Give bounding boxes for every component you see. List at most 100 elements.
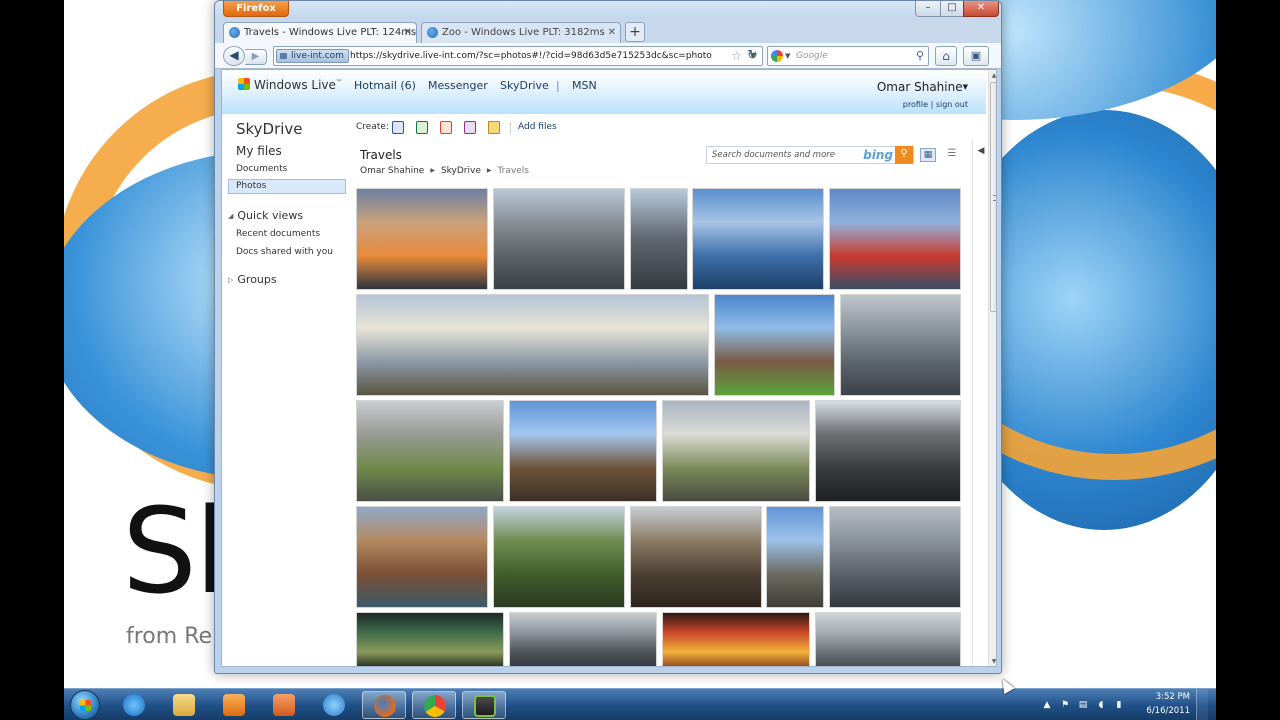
photo-thumbnail-grey-city[interactable] — [815, 612, 961, 666]
photo-thumbnail-eiffel-tower[interactable] — [630, 506, 762, 608]
user-links[interactable]: profile | sign out — [903, 100, 968, 109]
add-files-link[interactable]: Add files — [518, 122, 557, 132]
nav-skydrive[interactable]: SkyDrive — [500, 79, 549, 92]
maximize-button[interactable]: □ — [940, 1, 964, 17]
sidebar-item-docs-shared[interactable]: Docs shared with you — [236, 247, 333, 257]
tab-travels[interactable]: Travels - Windows Live PLT: 124ms ✕ — [223, 22, 417, 43]
photo-thumbnail-night-lights[interactable] — [356, 612, 504, 666]
device-icon[interactable]: ▤ — [1078, 700, 1088, 710]
back-button[interactable]: ◀ — [223, 46, 245, 66]
photo-thumbnail-concrete-arches[interactable] — [356, 400, 504, 502]
photo-thumbnail-neon-sign[interactable] — [662, 612, 810, 666]
taskbar-internet-explorer[interactable] — [112, 691, 156, 719]
breadcrumb-item-user[interactable]: Omar Shahine — [360, 166, 424, 176]
new-tab-button[interactable]: + — [625, 22, 645, 42]
network-icon[interactable]: ▮ — [1114, 700, 1124, 710]
photo-thumbnail-red-lamps[interactable] — [829, 188, 961, 290]
url-bar[interactable]: live-int.com https://skydrive.live-int.c… — [273, 46, 763, 66]
photo-thumbnail-skyscrapers[interactable] — [829, 506, 961, 608]
forward-button[interactable]: ▶ — [245, 49, 267, 65]
page-scrollbar[interactable]: ▲ ▼ — [988, 70, 996, 666]
nav-msn[interactable]: MSN — [572, 79, 597, 92]
photo-thumbnail-ferry-ship[interactable] — [692, 188, 824, 290]
list-view-icon[interactable]: ☰ — [944, 148, 960, 162]
document-search-input[interactable]: Search documents and more bing ⚲ — [706, 146, 914, 164]
taskbar: ▲ ⚑ ▤ ◖ ▮ 3:52 PM 6/16/2011 — [64, 688, 1216, 720]
reload-icon[interactable]: ↻ — [747, 46, 761, 66]
search-bar[interactable]: ▼ Google ⚲ — [767, 46, 929, 66]
user-name-menu[interactable]: Omar Shahine▼ — [877, 80, 968, 94]
photo-thumbnail-space-needle[interactable] — [509, 400, 657, 502]
sidebar-item-recent-documents[interactable]: Recent documents — [236, 229, 320, 239]
tab-close-icon[interactable]: ✕ — [404, 23, 412, 42]
sidebar-item-photos[interactable]: Photos — [236, 181, 266, 191]
create-word-document-icon[interactable] — [392, 121, 404, 134]
tab-close-icon[interactable]: ✕ — [608, 23, 616, 42]
firefox-menu-button[interactable]: Firefox — [223, 1, 289, 17]
photo-thumbnail-lighthouse-rocks[interactable] — [662, 400, 810, 502]
addon-bar-icon[interactable]: ▣ — [963, 46, 989, 66]
nav-hotmail[interactable]: Hotmail (6) — [354, 79, 416, 92]
taskbar-firefox[interactable] — [362, 691, 406, 719]
sidebar-item-documents[interactable]: Documents — [236, 164, 287, 174]
google-icon[interactable] — [771, 50, 783, 62]
search-engine-dropdown-icon[interactable]: ▼ — [785, 47, 790, 65]
photo-thumbnail-bridge-walkway[interactable] — [815, 400, 961, 502]
nav-messenger[interactable]: Messenger — [428, 79, 488, 92]
breadcrumb-item-skydrive[interactable]: SkyDrive — [441, 166, 481, 176]
thumbnail-view-icon[interactable]: ▦ — [920, 148, 936, 162]
photo-thumbnail-coastline[interactable] — [766, 506, 824, 608]
taskbar-chrome[interactable] — [412, 691, 456, 719]
url-text[interactable]: https://skydrive.live-int.com/?sc=photos… — [350, 47, 712, 65]
photo-thumbnail-lighthouse-panorama[interactable] — [356, 294, 709, 396]
sidebar-title[interactable]: SkyDrive — [236, 120, 303, 138]
photo-thumbnail-venetian-canal[interactable] — [356, 506, 488, 608]
home-icon[interactable]: ⌂ — [935, 46, 957, 66]
search-icon[interactable]: ⚲ — [895, 146, 913, 164]
page-viewport: Windows Live™ Hotmail (6) Messenger SkyD… — [221, 69, 997, 667]
sidebar-item-my-files[interactable]: My files — [236, 144, 282, 158]
nav-separator: | — [556, 79, 560, 92]
taskbar-windows-live[interactable] — [312, 691, 356, 719]
create-powerpoint-icon[interactable] — [440, 121, 452, 134]
create-toolbar: Create: Add files — [352, 114, 972, 140]
photo-thumbnail-ferry-dock[interactable] — [630, 188, 688, 290]
clock-time[interactable]: 3:52 PM — [1156, 692, 1190, 702]
photo-thumbnail-seattle-waterfront[interactable] — [493, 188, 625, 290]
scroll-up-arrow-icon[interactable]: ▲ — [989, 70, 996, 82]
photo-thumbnail-gas-works[interactable] — [714, 294, 835, 396]
photo-thumbnail-sunset-beach[interactable] — [356, 188, 488, 290]
taskbar-outlook[interactable] — [212, 691, 256, 719]
expanded-triangle-icon: ◢ — [228, 212, 234, 220]
create-label: Create: — [356, 122, 389, 132]
taskbar-explorer[interactable] — [162, 691, 206, 719]
search-magnifier-icon[interactable]: ⚲ — [916, 47, 924, 65]
windows-live-logo[interactable]: Windows Live™ — [238, 78, 342, 92]
create-excel-workbook-icon[interactable] — [416, 121, 428, 134]
create-folder-icon[interactable] — [488, 121, 500, 134]
show-desktop-button[interactable] — [1196, 689, 1208, 720]
photo-thumbnail-glass-building[interactable] — [840, 294, 961, 396]
taskbar-app-green[interactable] — [462, 691, 506, 719]
bookmark-star-icon[interactable]: ☆ — [731, 47, 742, 65]
volume-icon[interactable]: ◖ — [1096, 700, 1106, 710]
taskbar-app-orange[interactable] — [262, 691, 306, 719]
scroll-down-arrow-icon[interactable]: ▼ — [989, 656, 996, 666]
scrollbar-thumb[interactable] — [990, 82, 996, 312]
tab-zoo[interactable]: Zoo - Windows Live PLT: 3182ms ✕ — [421, 22, 621, 43]
system-tray: ▲ ⚑ ▤ ◖ ▮ 3:52 PM 6/16/2011 — [1038, 689, 1208, 720]
clock-date[interactable]: 6/16/2011 — [1146, 706, 1190, 716]
photo-thumbnail-city-hills[interactable] — [493, 506, 625, 608]
action-center-flag-icon[interactable]: ⚑ — [1060, 700, 1070, 710]
site-identity-badge[interactable]: live-int.com — [276, 49, 349, 63]
sidebar-groups[interactable]: ▷ Groups — [228, 273, 277, 286]
close-button[interactable]: ✕ — [963, 1, 999, 17]
sidebar: SkyDrive My files Documents Photos ◢ Quic… — [222, 114, 352, 666]
photo-thumbnail-city-skyline[interactable] — [509, 612, 657, 666]
minimize-button[interactable]: – — [915, 1, 941, 17]
details-pane-toggle-icon[interactable]: ◀ — [974, 140, 988, 162]
create-onenote-icon[interactable] — [464, 121, 476, 134]
start-button[interactable] — [70, 690, 100, 720]
sidebar-quick-views[interactable]: ◢ Quick views — [228, 209, 303, 222]
show-hidden-icons-icon[interactable]: ▲ — [1042, 700, 1052, 710]
